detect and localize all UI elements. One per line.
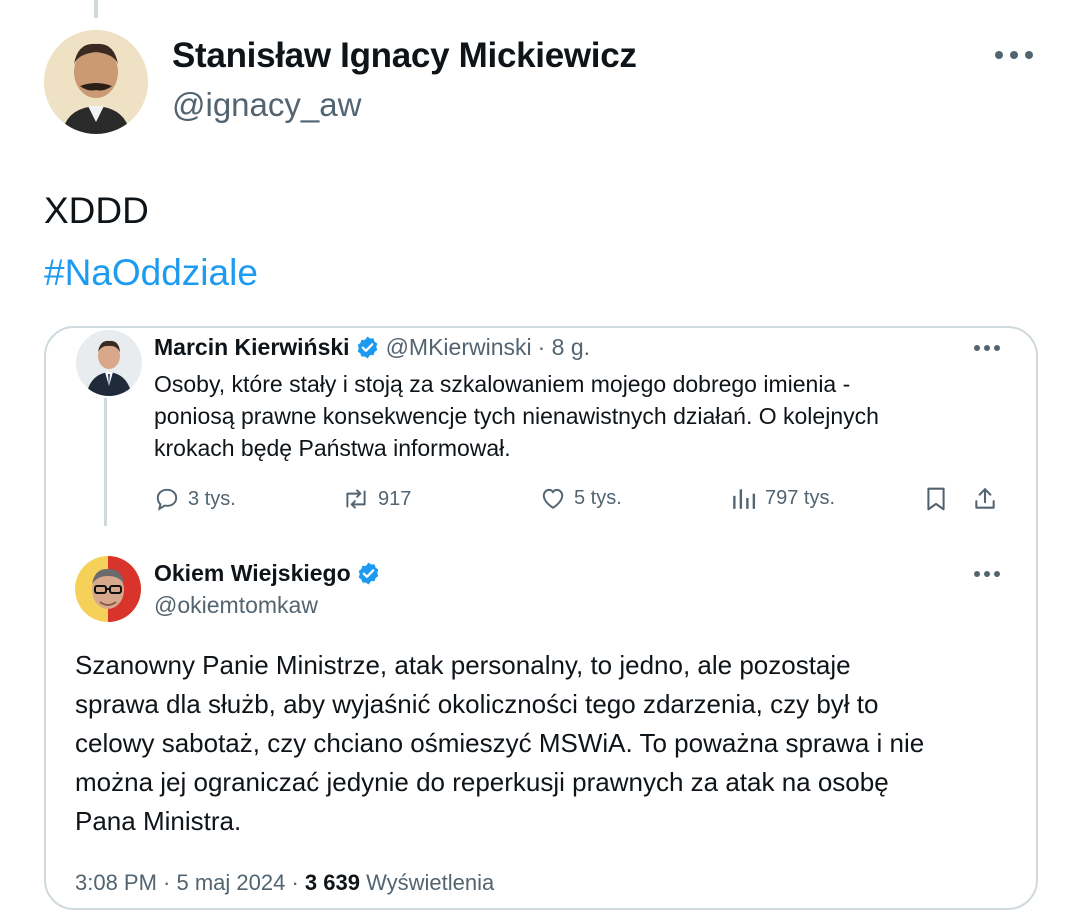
thread-connector-line: [94, 0, 98, 18]
more-icon: [995, 51, 1033, 59]
reply-button[interactable]: 3 tys.: [154, 486, 236, 512]
avatar[interactable]: [76, 330, 142, 396]
reply-author-name[interactable]: Okiem Wiejskiego: [154, 560, 351, 587]
text-line: można jej ograniczać jedynie do reperkus…: [75, 767, 889, 797]
share-button[interactable]: [972, 486, 1006, 512]
thread-connector-line: [104, 398, 107, 526]
reply-author-handle[interactable]: @okiemtomkaw: [154, 592, 318, 619]
quoted-tweet-header: Marcin Kierwiński @MKierwinski · 8 g.: [154, 334, 590, 361]
like-icon: [542, 488, 564, 509]
avatar[interactable]: [75, 556, 141, 622]
avatar[interactable]: [44, 30, 148, 134]
quoted-tweet-time[interactable]: · 8 g.: [538, 334, 590, 361]
quoted-author-handle[interactable]: @MKierwinski: [386, 334, 532, 361]
more-icon: [974, 571, 1000, 577]
like-button[interactable]: 5 tys.: [540, 486, 622, 510]
reply-tweet-text: Szanowny Panie Ministrze, atak personaln…: [75, 646, 924, 841]
tweet-meta: 3:08 PM · 5 maj 2024 · 3 639 Wyświetleni…: [75, 870, 494, 896]
text-line: Pana Ministra.: [75, 806, 242, 836]
author-handle[interactable]: @ignacy_aw: [172, 86, 361, 124]
repost-button[interactable]: 917: [342, 486, 411, 512]
more-options-button[interactable]: [970, 336, 1004, 360]
bookmark-icon: [927, 487, 945, 511]
text-line: sprawa dla służb, aby wyjaśnić okoliczno…: [75, 689, 879, 719]
like-count: 5 tys.: [574, 486, 622, 509]
timestamp[interactable]: 3:08 PM · 5 maj 2024 ·: [75, 870, 305, 895]
tweet-body: XDDD: [44, 190, 149, 231]
hashtag-link[interactable]: #NaOddziale: [44, 242, 258, 304]
text-line: krokach będę Państwa informował.: [154, 435, 511, 461]
reply-icon: [156, 488, 178, 511]
share-icon: [975, 488, 995, 509]
reply-count: 3 tys.: [188, 487, 236, 510]
views-icon: [733, 489, 756, 509]
text-line: poniosą prawne konsekwencje tych nienawi…: [154, 403, 879, 429]
views-total: 3 639: [304, 870, 360, 895]
repost-count: 917: [378, 487, 412, 510]
author-name[interactable]: Stanisław Ignacy Mickiewicz: [172, 36, 637, 76]
views-label: Wyświetlenia: [359, 870, 495, 895]
bookmark-button[interactable]: [924, 486, 956, 512]
text-line: Szanowny Panie Ministrze, atak personaln…: [75, 650, 851, 680]
reply-author-handle-row: @okiemtomkaw: [154, 592, 318, 619]
repost-icon: [346, 489, 366, 509]
views-count: 797 tys.: [765, 486, 836, 509]
more-options-button[interactable]: [992, 40, 1036, 70]
quoted-author-name[interactable]: Marcin Kierwiński: [154, 334, 350, 361]
verified-badge-icon: [358, 562, 378, 585]
views-button[interactable]: 797 tys.: [731, 486, 835, 510]
verified-badge-icon: [357, 336, 377, 359]
text-line: Osoby, które stały i stoją za szkalowani…: [154, 371, 851, 397]
more-icon: [974, 345, 1000, 351]
reply-tweet-header: Okiem Wiejskiego: [154, 560, 387, 587]
more-options-button[interactable]: [970, 562, 1004, 586]
tweet-text: XDDD #NaOddziale: [44, 180, 258, 304]
quoted-tweet-text: Osoby, które stały i stoją za szkalowani…: [154, 368, 879, 464]
text-line: celowy sabotaż, czy chciano ośmieszyć MS…: [75, 728, 925, 758]
